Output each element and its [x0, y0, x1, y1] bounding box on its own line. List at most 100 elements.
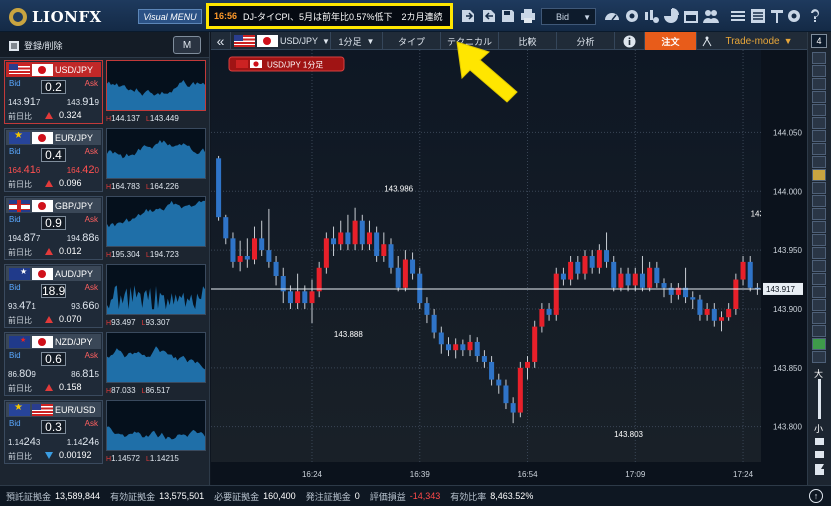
line-width-tool-icon[interactable] [812, 312, 826, 324]
mini-chart[interactable] [106, 196, 206, 247]
pair-quote-panel[interactable]: GBP/JPY Bid Ask 0.9 194.877 194.886 前日比 … [4, 196, 103, 260]
pair-card[interactable]: EUR/USD Bid Ask 0.3 1.14243 1.14246 前日比 … [4, 400, 206, 464]
pair-quote-panel[interactable]: EUR/USD Bid Ask 0.3 1.14243 1.14246 前日比 … [4, 400, 103, 464]
price-type-select[interactable]: Bid ▼ [541, 8, 596, 25]
delete-tool-icon[interactable] [812, 286, 826, 298]
arrow-down-tool-icon[interactable] [812, 182, 826, 194]
ask-price-tail: 5 [94, 370, 99, 379]
mini-chart[interactable] [106, 264, 206, 315]
settings-gear-icon[interactable] [624, 8, 640, 24]
color-tool-icon[interactable] [812, 299, 826, 311]
pair-card[interactable]: GBP/JPY Bid Ask 0.9 194.877 194.886 前日比 … [4, 196, 206, 260]
m-button[interactable]: M [173, 36, 201, 54]
order-button[interactable]: 注文 [645, 32, 697, 50]
pair-card[interactable]: NZD/JPY Bid Ask 0.6 86.809 86.815 前日比 0.… [4, 332, 206, 396]
channel-tool-icon[interactable] [812, 65, 826, 77]
pair-name: USD/JPY [55, 64, 94, 75]
collapse-sidebar-icon[interactable]: « [211, 32, 231, 50]
eye-tool-icon[interactable] [812, 247, 826, 259]
zoom-slider[interactable] [818, 379, 821, 419]
ask-label: Ask [84, 351, 98, 360]
bid-label: Bid [9, 215, 21, 224]
register-delete-button[interactable]: 登録/削除 [8, 39, 63, 52]
chart-tag[interactable]: USD/JPY 1分足 [228, 56, 345, 72]
lock-tool-icon[interactable] [812, 234, 826, 246]
ellipse-tool-icon[interactable] [812, 156, 826, 168]
clone-tool-icon[interactable] [812, 338, 826, 350]
ray-tool-icon[interactable] [812, 78, 826, 90]
ask-price[interactable]: 86.815 [71, 368, 99, 380]
low-text: 164.226 [149, 181, 179, 191]
ask-price[interactable]: 1.14246 [67, 436, 99, 448]
bid-price[interactable]: 143.917 [8, 96, 40, 108]
eraser-tool-icon[interactable] [812, 208, 826, 220]
speedometer-icon[interactable] [604, 8, 620, 24]
ask-price[interactable]: 143.919 [67, 96, 99, 108]
candle-body [445, 344, 452, 351]
bid-price[interactable]: 194.877 [8, 232, 40, 244]
price-chart[interactable]: 143.986143.888143.965143.803143.881 144.… [211, 50, 807, 485]
info-icon[interactable] [615, 32, 645, 50]
trendline-tool-icon[interactable] [812, 52, 826, 64]
period-select[interactable]: 1分足 ▼ [331, 32, 383, 50]
y-axis-panel[interactable] [761, 50, 807, 485]
import-icon[interactable] [481, 8, 497, 24]
fibonacci-tool-icon[interactable] [812, 117, 826, 129]
x-axis-panel[interactable] [211, 462, 807, 485]
style-tool-icon[interactable] [812, 325, 826, 337]
pair-card[interactable]: USD/JPY Bid Ask 0.2 143.917 143.919 前日比 … [4, 60, 206, 124]
antenna-icon[interactable] [697, 32, 717, 50]
magnet-tool-icon[interactable] [812, 221, 826, 233]
mini-chart[interactable] [106, 128, 206, 179]
analysis-button[interactable]: 分析 [557, 32, 615, 50]
print-icon[interactable] [520, 8, 536, 24]
ask-price[interactable]: 194.886 [67, 232, 99, 244]
spread-box: 0.4 [41, 148, 66, 162]
bid-price[interactable]: 93.471 [8, 300, 36, 312]
scroll-top-icon[interactable]: ↑ [809, 489, 823, 503]
period-count-badge[interactable]: 4 [811, 34, 827, 48]
help-icon[interactable] [807, 8, 823, 24]
vertical-line-tool-icon[interactable] [812, 104, 826, 116]
pin-icon[interactable] [769, 8, 785, 24]
pair-quote-panel[interactable]: AUD/JPY Bid Ask 18.9 93.471 93.660 前日比 0… [4, 264, 103, 328]
calendar-icon[interactable] [683, 8, 699, 24]
ask-price[interactable]: 164.420 [67, 164, 99, 176]
mini-chart[interactable] [106, 60, 206, 111]
visual-menu-button[interactable]: Visual MENU [138, 9, 202, 24]
hand-tools-icon[interactable] [812, 434, 827, 479]
horizontal-line-tool-icon[interactable] [812, 91, 826, 103]
arrow-up-tool-icon[interactable] [812, 169, 826, 181]
bid-price[interactable]: 164.416 [8, 164, 40, 176]
save-layout-tool-icon[interactable] [812, 351, 826, 363]
ask-price[interactable]: 93.660 [71, 300, 99, 312]
news-ticker[interactable]: 16:56 DJ-タイCPI、5月は前年比0.57%低下 2カ月連続 [206, 3, 453, 29]
pair-card[interactable]: AUD/JPY Bid Ask 18.9 93.471 93.660 前日比 0… [4, 264, 206, 328]
chart-type-button[interactable]: タイプ [383, 32, 441, 50]
pie-chart-icon[interactable] [663, 8, 679, 24]
people-icon[interactable] [703, 8, 719, 24]
pair-quote-panel[interactable]: USD/JPY Bid Ask 0.2 143.917 143.919 前日比 … [4, 60, 103, 124]
save-icon[interactable] [500, 8, 516, 24]
crosshair-tool-icon[interactable] [812, 260, 826, 272]
measure-tool-icon[interactable] [812, 195, 826, 207]
trade-mode-toggle[interactable]: Trade-mode ▼ [717, 32, 801, 50]
x-tick-label: 16:24 [302, 470, 323, 479]
chart-pair-select[interactable]: USD/JPY ▼ [231, 32, 331, 50]
bid-price[interactable]: 1.14243 [8, 436, 40, 448]
mini-chart[interactable] [106, 400, 206, 451]
news-list-icon[interactable] [750, 8, 766, 24]
pair-quote-panel[interactable]: EUR/JPY Bid Ask 0.4 164.416 164.420 前日比 … [4, 128, 103, 192]
gear-icon[interactable] [786, 8, 802, 24]
candle-settings-icon[interactable] [643, 8, 659, 24]
change-arrow-icon [45, 451, 53, 459]
rectangle-tool-icon[interactable] [812, 143, 826, 155]
mini-chart[interactable] [106, 332, 206, 383]
export-icon[interactable] [460, 8, 476, 24]
text-tool-icon[interactable] [812, 130, 826, 142]
pair-quote-panel[interactable]: NZD/JPY Bid Ask 0.6 86.809 86.815 前日比 0.… [4, 332, 103, 396]
cursor-tool-icon[interactable] [812, 273, 826, 285]
menu-icon[interactable] [730, 8, 746, 24]
pair-card[interactable]: EUR/JPY Bid Ask 0.4 164.416 164.420 前日比 … [4, 128, 206, 192]
bid-price[interactable]: 86.809 [8, 368, 36, 380]
